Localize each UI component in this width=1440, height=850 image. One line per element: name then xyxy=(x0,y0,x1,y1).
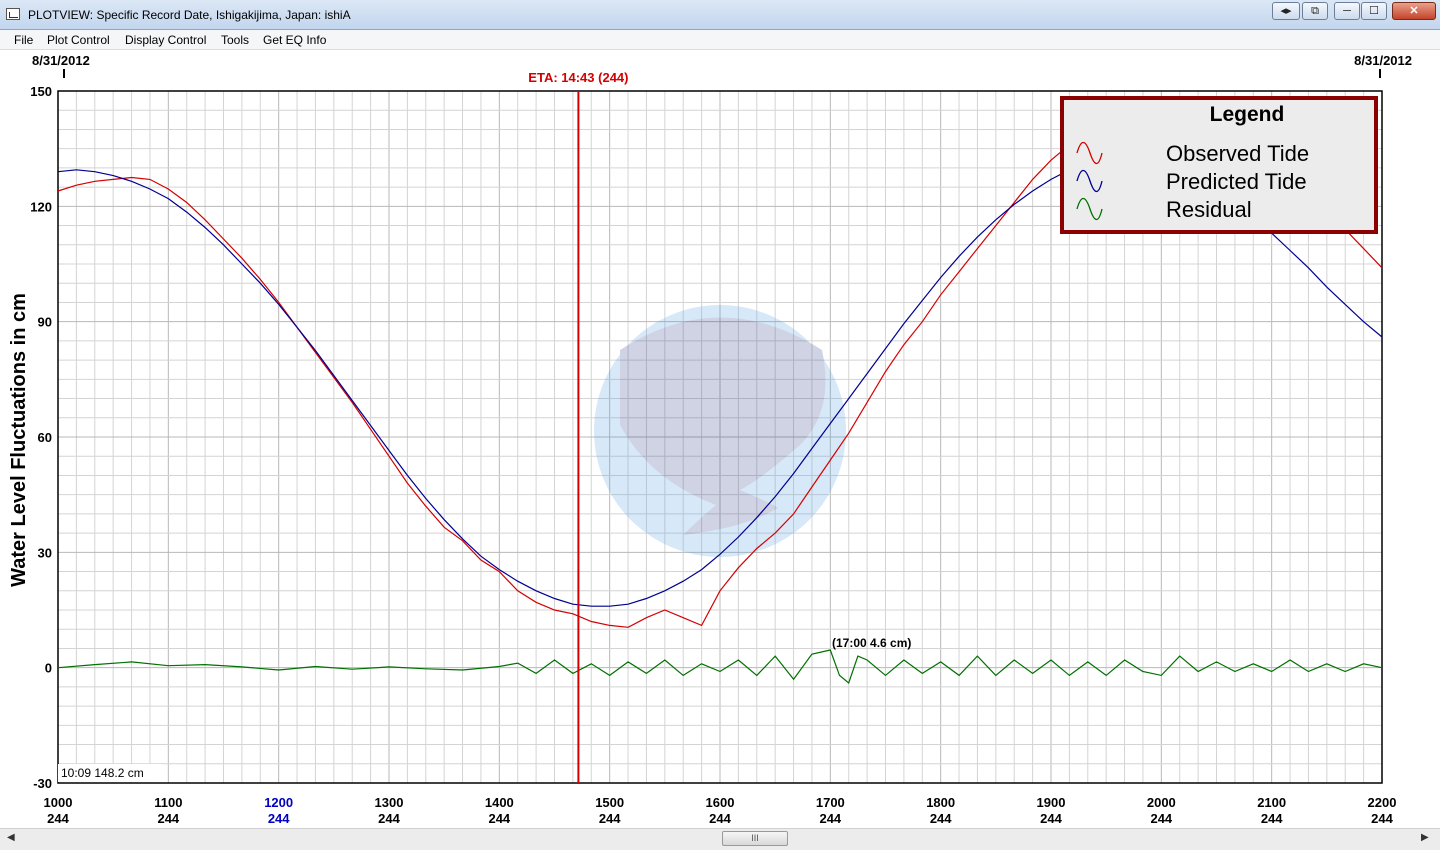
x-tick-day-label: 244 xyxy=(1040,811,1062,826)
y-axis: 150 120 90 60 30 0 -30 xyxy=(30,84,52,791)
legend-residual-label: Residual xyxy=(1166,197,1252,222)
peak-annotation: (17:00 4.6 cm) xyxy=(832,636,911,650)
y-tick-label: 0 xyxy=(45,661,52,676)
y-tick-label: 120 xyxy=(30,199,52,214)
x-tick-day-label: 244 xyxy=(157,811,179,826)
maximize-button[interactable]: ☐ xyxy=(1361,2,1387,20)
y-tick-label: 90 xyxy=(38,315,52,330)
x-tick-day-label: 244 xyxy=(599,811,621,826)
menu-display-control[interactable]: Display Control xyxy=(125,33,206,47)
x-tick-label: 1900 xyxy=(1037,795,1066,810)
menu-file[interactable]: File xyxy=(14,33,33,47)
x-tick-label: 1600 xyxy=(706,795,735,810)
menu-tools[interactable]: Tools xyxy=(221,33,249,47)
x-tick-day-label: 244 xyxy=(1150,811,1172,826)
legend-predicted-label: Predicted Tide xyxy=(1166,169,1307,194)
y-tick-label: 60 xyxy=(38,430,52,445)
x-tick-day-label: 244 xyxy=(1261,811,1283,826)
y-axis-label: Water Level Fluctuations in cm xyxy=(8,293,30,587)
scroll-left-arrow[interactable]: ◀ xyxy=(7,832,15,843)
x-tick-label: 2200 xyxy=(1368,795,1397,810)
x-tick-label: 2100 xyxy=(1257,795,1286,810)
cascade-button[interactable]: ⧉ xyxy=(1302,2,1328,20)
tide-plot[interactable]: 1501209060300-30 10002441100244120024413… xyxy=(0,50,1440,828)
x-tick-day-label: 244 xyxy=(378,811,400,826)
horizontal-scrollbar[interactable]: ◀ III ▶ xyxy=(0,828,1440,850)
window-title: PLOTVIEW: Specific Record Date, Ishigaki… xyxy=(28,8,351,22)
x-tick-day-label: 244 xyxy=(709,811,731,826)
tile-button[interactable]: ◂▸ xyxy=(1272,2,1300,20)
cursor-readout: 10:09 148.2 cm xyxy=(61,766,144,780)
x-tick-day-label: 244 xyxy=(819,811,841,826)
menu-plot-control[interactable]: Plot Control xyxy=(47,33,110,47)
date-right: 8/31/2012 xyxy=(1354,53,1412,68)
legend-title: Legend xyxy=(1210,103,1285,126)
legend[interactable]: Legend Observed Tide Predicted Tide Resi… xyxy=(1060,96,1378,234)
x-tick-day-label: 244 xyxy=(488,811,510,826)
x-tick-label: 1400 xyxy=(485,795,514,810)
menu-get-eq-info[interactable]: Get EQ Info xyxy=(263,33,326,47)
x-tick-label: 1800 xyxy=(926,795,955,810)
x-tick-label: 1100 xyxy=(154,795,182,810)
y-tick-label: 150 xyxy=(30,84,52,99)
scroll-right-arrow[interactable]: ▶ xyxy=(1421,832,1429,843)
menu-bar: File Plot Control Display Control Tools … xyxy=(0,30,1440,50)
x-axis: 1000244110024412002441300244140024415002… xyxy=(44,795,1397,826)
x-tick-label: 1200 xyxy=(264,795,293,810)
y-tick-label: -30 xyxy=(33,776,52,791)
x-tick-day-label: 244 xyxy=(268,811,290,826)
minimize-button[interactable]: ─ xyxy=(1334,2,1360,20)
x-tick-label: 2000 xyxy=(1147,795,1176,810)
x-tick-day-label: 244 xyxy=(930,811,952,826)
noaa-watermark xyxy=(594,305,846,557)
x-tick-day-label: 244 xyxy=(47,811,69,826)
date-left: 8/31/2012 xyxy=(32,53,90,68)
x-tick-day-label: 244 xyxy=(1371,811,1393,826)
close-button[interactable]: ✕ xyxy=(1392,2,1436,20)
y-tick-label: 30 xyxy=(38,545,52,560)
eta-label: ETA: 14:43 (244) xyxy=(528,70,628,85)
legend-observed-label: Observed Tide xyxy=(1166,141,1309,166)
x-tick-label: 1300 xyxy=(375,795,404,810)
x-tick-label: 1700 xyxy=(816,795,845,810)
app-icon xyxy=(6,8,20,20)
title-bar[interactable]: PLOTVIEW: Specific Record Date, Ishigaki… xyxy=(0,0,1440,30)
x-tick-label: 1500 xyxy=(595,795,624,810)
scroll-thumb[interactable]: III xyxy=(722,831,788,846)
x-tick-label: 1000 xyxy=(44,795,73,810)
